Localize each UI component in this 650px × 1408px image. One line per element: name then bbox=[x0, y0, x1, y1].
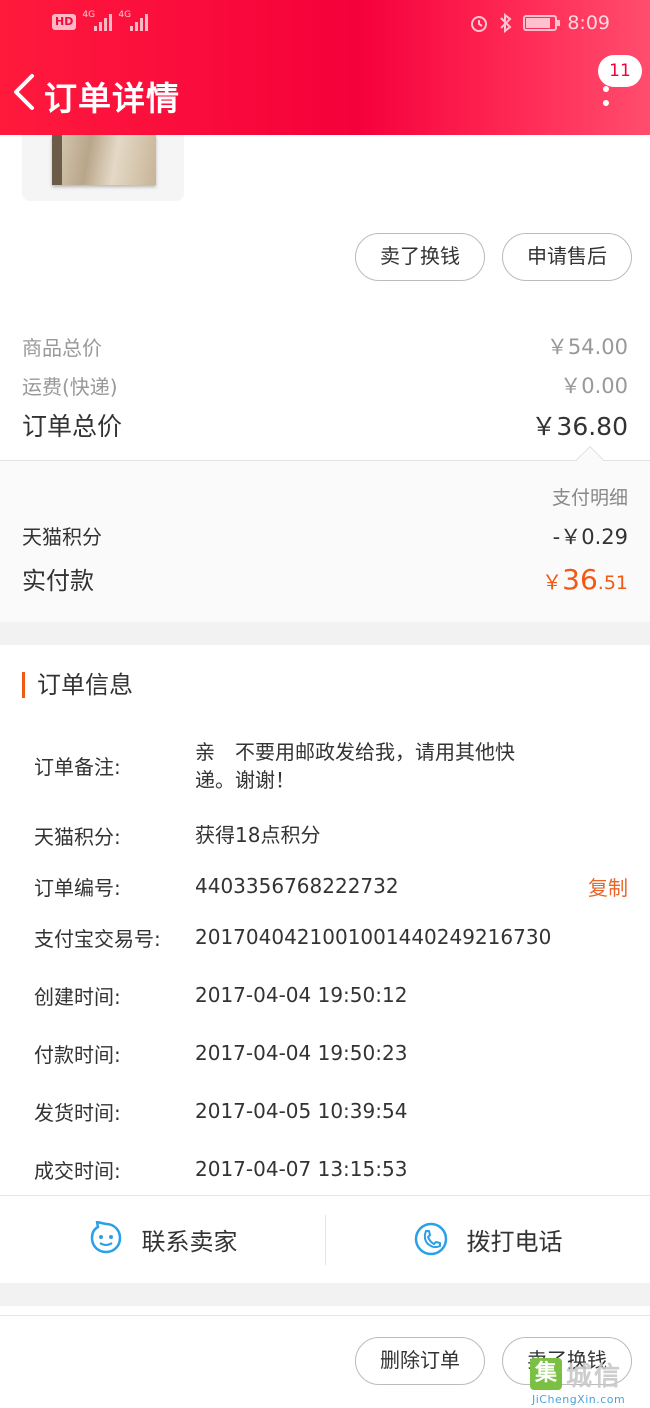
contact-seller-button[interactable]: 联系卖家 bbox=[0, 1195, 325, 1283]
points-discount-label: 天猫积分 bbox=[22, 525, 102, 549]
payment-detail-panel: 支付明细 天猫积分 -￥0.29 实付款 ￥36.51 bbox=[0, 445, 650, 622]
paid-currency: ￥ bbox=[542, 570, 563, 594]
sell-for-cash-button[interactable]: 卖了换钱 bbox=[355, 233, 485, 281]
order-info-panel: 订单信息 订单备注: 亲 不要用邮政发给我，请用其他快递。谢谢！ 天猫积分: 获… bbox=[0, 645, 650, 1283]
divider bbox=[0, 1315, 650, 1316]
info-key: 发货时间: bbox=[34, 1101, 121, 1125]
points-discount-row: 天猫积分 -￥0.29 bbox=[22, 521, 628, 551]
watermark-url: JiChengXin.com bbox=[532, 1393, 626, 1406]
info-key: 创建时间: bbox=[34, 985, 121, 1009]
hd-indicator: HD bbox=[52, 14, 77, 30]
amount-paid-value: ￥36.51 bbox=[542, 563, 628, 596]
goods-total-row: 商品总价 ￥54.00 bbox=[22, 331, 628, 361]
status-bar: HD 4G 4G 8:09 bbox=[0, 0, 650, 48]
order-total-value: ￥36.80 bbox=[531, 412, 628, 441]
paid-decimal: .51 bbox=[597, 572, 628, 594]
shipping-row: 运费(快递) ￥0.00 bbox=[22, 370, 628, 400]
amount-paid-row: 实付款 ￥36.51 bbox=[22, 561, 628, 596]
amount-paid-label: 实付款 bbox=[22, 567, 94, 595]
info-key: 成交时间: bbox=[34, 1159, 121, 1183]
watermark-logo: 集 bbox=[530, 1358, 562, 1390]
signal-icon: 4G bbox=[82, 10, 113, 31]
delete-order-button[interactable]: 删除订单 bbox=[355, 1337, 485, 1385]
product-image bbox=[52, 135, 156, 185]
paid-integer: 36 bbox=[562, 563, 598, 596]
order-total-label: 订单总价 bbox=[22, 412, 123, 441]
copy-button[interactable]: 复制 bbox=[588, 872, 628, 901]
network-type-label: 4G bbox=[82, 10, 96, 20]
info-value: 2017-04-07 13:15:53 bbox=[195, 1157, 408, 1181]
info-value: 2017-04-04 19:50:23 bbox=[195, 1041, 408, 1065]
section-title: 订单信息 bbox=[22, 672, 133, 698]
order-total-row: 订单总价 ￥36.80 bbox=[22, 407, 628, 443]
info-value: 2017040421001001440249216730 bbox=[195, 925, 552, 949]
info-key: 订单编号: bbox=[34, 876, 121, 900]
info-value: 亲 不要用邮政发给我，请用其他快递。谢谢！ bbox=[195, 740, 515, 792]
message-count-badge[interactable]: 11 bbox=[598, 55, 642, 87]
battery-icon bbox=[523, 15, 561, 31]
network-type-label: 4G bbox=[118, 10, 132, 20]
info-value: 2017-04-05 10:39:54 bbox=[195, 1099, 408, 1123]
info-value: 获得18点积分 bbox=[195, 823, 321, 847]
shipping-label: 运费(快递) bbox=[22, 374, 118, 399]
contact-seller-label: 联系卖家 bbox=[141, 1227, 238, 1256]
info-key: 付款时间: bbox=[34, 1043, 121, 1067]
goods-total-label: 商品总价 bbox=[22, 335, 102, 360]
goods-total-value: ￥54.00 bbox=[546, 335, 628, 359]
info-key: 天猫积分: bbox=[34, 825, 121, 849]
status-time: 8:09 bbox=[567, 12, 610, 34]
phone-icon bbox=[414, 1222, 447, 1256]
alarm-icon bbox=[471, 16, 488, 32]
info-key: 支付宝交易号: bbox=[34, 927, 161, 951]
app-header: HD 4G 4G 8:09 订单详情 11 bbox=[0, 0, 650, 135]
site-watermark: 集 城信 JiChengXin.com bbox=[530, 1356, 650, 1408]
shipping-value: ￥0.00 bbox=[560, 374, 628, 398]
more-menu-icon[interactable] bbox=[596, 86, 616, 110]
page-title: 订单详情 bbox=[44, 79, 180, 118]
product-thumbnail[interactable] bbox=[22, 135, 184, 201]
info-value: 2017-04-04 19:50:12 bbox=[195, 983, 408, 1007]
watermark-name: 城信 bbox=[566, 1362, 623, 1392]
call-phone-button[interactable]: 拨打电话 bbox=[325, 1195, 650, 1283]
signal-icon: 4G bbox=[118, 10, 149, 31]
call-phone-label: 拨打电话 bbox=[466, 1227, 563, 1256]
chat-bubble-icon bbox=[90, 1221, 121, 1254]
payment-detail-link[interactable]: 支付明细 bbox=[552, 483, 628, 510]
points-discount-value: -￥0.29 bbox=[552, 525, 628, 549]
contact-bar: 联系卖家 拨打电话 bbox=[0, 1195, 650, 1283]
bluetooth-icon bbox=[500, 13, 512, 33]
order-summary-panel: 卖了换钱 申请售后 商品总价 ￥54.00 运费(快递) ￥0.00 订单总价 … bbox=[0, 135, 650, 460]
info-key: 订单备注: bbox=[34, 755, 121, 779]
info-value: 4403356768222732 bbox=[195, 874, 399, 898]
back-arrow-icon[interactable] bbox=[8, 70, 44, 114]
apply-after-sale-button[interactable]: 申请售后 bbox=[502, 233, 632, 281]
